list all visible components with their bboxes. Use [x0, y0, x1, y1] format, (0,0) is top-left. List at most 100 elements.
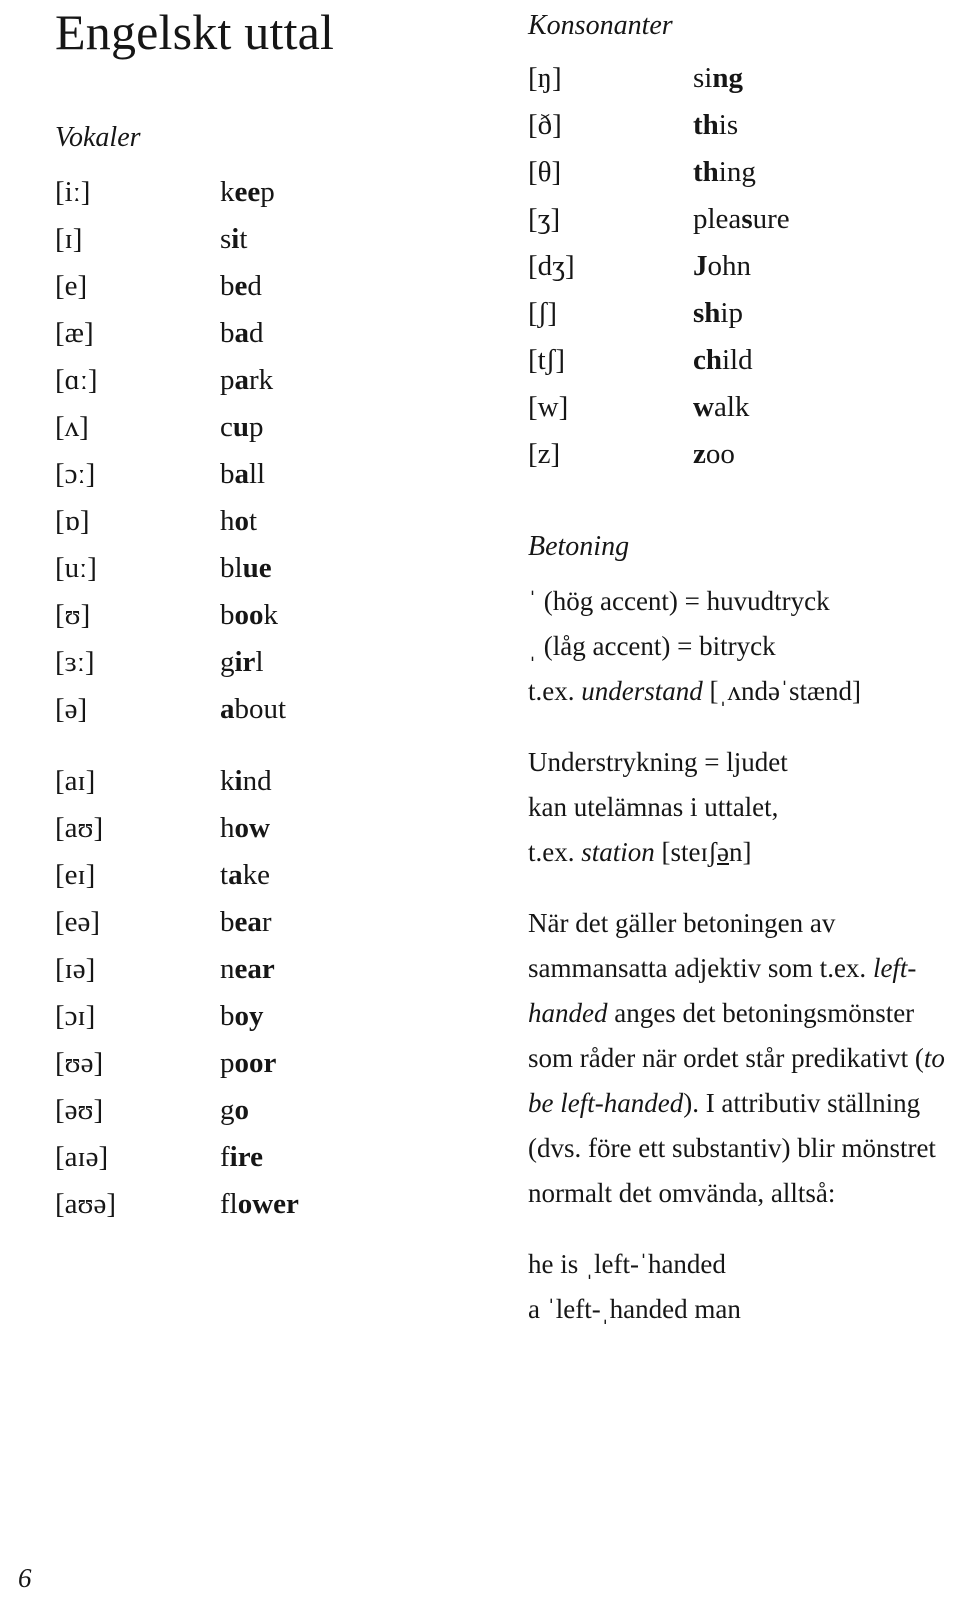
ipa-symbol: [æ] [55, 316, 94, 349]
example-word: boy [220, 999, 264, 1032]
example-word: about [220, 692, 287, 725]
pronunciation-row: [tʃ] child [528, 344, 948, 391]
pronunciation-row: [ʃ] ship [528, 297, 948, 344]
ipa-symbol: [ð] [528, 109, 562, 141]
highlighted-sound: th [693, 109, 719, 141]
vowels-diphthong-list: [aɪ] kind [aʊ] how [eɪ] take [eə] bear [ɪə] near[… [55, 765, 485, 1235]
ipa-symbol: [eə] [55, 905, 101, 938]
highlighted-sound: ire [229, 1140, 263, 1173]
consonants-list: [ŋ] sing [ð] this [θ] thing [ʒ] pleasure [dʒ] Joh… [528, 62, 948, 485]
paragraph-text-part-1: När det gäller betoningen av sammansatta… [528, 908, 867, 983]
ipa-symbol: [ɒ] [55, 504, 90, 537]
highlighted-sound: oo [234, 598, 264, 631]
ipa-symbol: [aʊə] [55, 1187, 116, 1220]
vowel-group-divider [55, 740, 485, 765]
ipa-symbol: [z] [528, 438, 561, 470]
compound-adjective-paragraph: När det gäller betoningen av sammansatta… [528, 901, 948, 1216]
underline-note-line-1: Understrykning = ljudet [528, 740, 948, 785]
ipa-symbol: [ʃ] [528, 297, 557, 329]
pronunciation-row: [dʒ] John [528, 250, 948, 297]
highlighted-sound: z [693, 438, 706, 470]
example-word: go [220, 1093, 250, 1126]
highlighted-sound: th [693, 156, 719, 188]
highlighted-sound: i [231, 222, 240, 255]
ipa-symbol: [uː] [55, 551, 97, 584]
ipa-symbol: [ɜː] [55, 645, 95, 678]
pronunciation-row: [ð] this [528, 109, 948, 156]
pronunciation-row: [ʌ] cup [55, 411, 485, 458]
pronunciation-row: [aʊə] flower [55, 1188, 485, 1235]
example-word: thing [693, 156, 756, 188]
example-word: hot [220, 504, 258, 537]
highlighted-sound: a [234, 457, 250, 490]
highlighted-sound: ow [234, 811, 270, 844]
pronunciation-row: [z] zoo [528, 438, 948, 485]
ipa-symbol: [aʊ] [55, 811, 104, 844]
example-word: zoo [693, 438, 735, 470]
highlighted-sound: a [234, 363, 250, 396]
example-word: how [220, 811, 270, 844]
ipa-symbol: [ɪ] [55, 222, 83, 255]
understand-example-line: t.ex. understand [ˌʌndəˈstænd] [528, 669, 948, 714]
ipa-symbol: [ə] [55, 692, 88, 725]
underline-note-line-2: kan utelämnas i uttalet, [528, 785, 948, 830]
highlighted-sound: a [220, 692, 235, 725]
pronunciation-row: [ɑː] park [55, 364, 485, 411]
example-word: near [220, 952, 275, 985]
example-word: flower [220, 1187, 299, 1220]
pronunciation-row: [əʊ] go [55, 1094, 485, 1141]
example-word: keep [220, 175, 275, 208]
highlighted-sound: o [234, 504, 250, 537]
highlighted-sound: ower [237, 1187, 299, 1220]
example-word: this [693, 109, 739, 141]
example-word: blue [220, 551, 272, 584]
pronunciation-row: [ʊə] poor [55, 1047, 485, 1094]
example-word: ship [693, 297, 743, 329]
highlighted-sound: o [234, 1093, 250, 1126]
ipa-symbol: [ʊ] [55, 598, 91, 631]
example-word: cup [220, 410, 264, 443]
ipa-symbol: [e] [55, 269, 88, 302]
example-word: bed [220, 269, 262, 302]
highlighted-sound: oy [234, 999, 264, 1032]
pronunciation-row: [ɔɪ] boy [55, 1000, 485, 1047]
underline-note-text-1: Understrykning = ljudet [528, 747, 788, 777]
example-word: bad [220, 316, 264, 349]
highlighted-sound: J [693, 250, 708, 282]
pronunciation-row: [ʒ] pleasure [528, 203, 948, 250]
left-column: Engelskt uttal Vokaler [iː] keep [ɪ] sit [e]… [55, 0, 485, 1235]
station-ipa-underlined-schwa: ə [717, 837, 729, 867]
low-accent-line: ˌ (låg accent) = bitryck [528, 624, 948, 669]
pronunciation-row: [ə] about [55, 693, 485, 740]
highlighted-sound: ng [712, 62, 743, 94]
highlighted-sound: i [234, 764, 243, 797]
pronunciation-row: [e] bed [55, 270, 485, 317]
highlighted-sound: ue [242, 551, 272, 584]
pronunciation-row: [eɪ] take [55, 859, 485, 906]
pronunciation-row: [aɪ] kind [55, 765, 485, 812]
ipa-symbol: [ʌ] [55, 410, 89, 443]
ipa-symbol: [ɑː] [55, 363, 98, 396]
ipa-symbol: [ʒ] [528, 203, 561, 235]
ipa-symbol: [dʒ] [528, 250, 575, 282]
low-accent-text: (låg accent) = bitryck [543, 631, 776, 661]
ipa-symbol: [ʊə] [55, 1046, 104, 1079]
highlighted-sound: ear [234, 952, 275, 985]
pronunciation-row: [æ] bad [55, 317, 485, 364]
low-accent-mark: ˌ [528, 631, 537, 661]
station-example-line: t.ex. station [steɪʃən] [528, 830, 948, 875]
example-word-station: station [581, 837, 655, 867]
example-word: walk [693, 391, 750, 423]
highlighted-sound: e [234, 269, 248, 302]
pronunciation-row: [ɪə] near [55, 953, 485, 1000]
page-number: 6 [18, 1563, 32, 1593]
ipa-symbol: [ŋ] [528, 62, 562, 94]
pronunciation-row: [uː] blue [55, 552, 485, 599]
example-word: bear [220, 905, 272, 938]
example-prefix: t.ex. [528, 676, 575, 706]
pronunciation-row: [ɪ] sit [55, 223, 485, 270]
ipa-symbol: [ɔː] [55, 457, 96, 490]
example-word: poor [220, 1046, 277, 1079]
example-word: park [220, 363, 274, 396]
highlighted-sound: u [232, 410, 250, 443]
